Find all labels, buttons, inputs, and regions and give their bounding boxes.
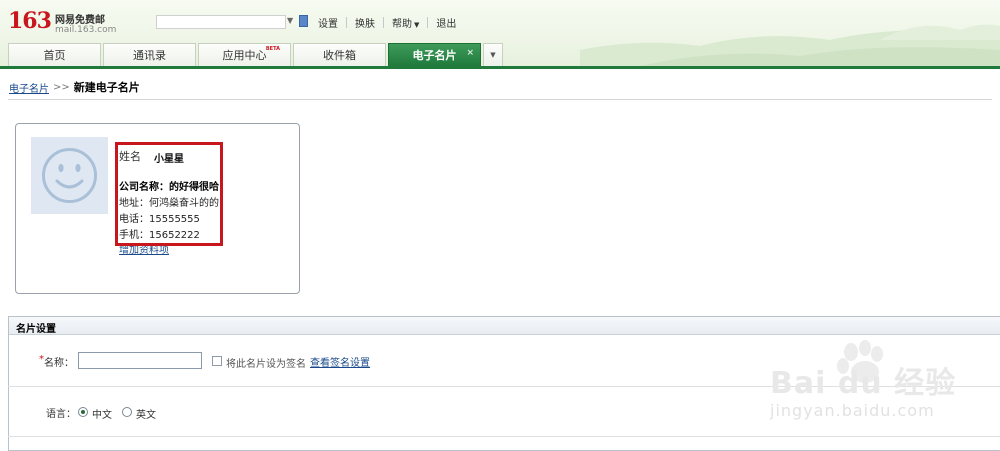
- tab-label: 通讯录: [133, 49, 166, 62]
- highlight-box: [115, 142, 223, 246]
- language-chinese-label[interactable]: 中文: [92, 406, 112, 421]
- card-name-input[interactable]: [78, 352, 202, 369]
- signature-checkbox-label[interactable]: 将此名片设为签名: [226, 355, 306, 370]
- help-label: 帮助: [392, 18, 412, 30]
- divider: [427, 16, 429, 28]
- signature-checkbox[interactable]: [212, 356, 222, 366]
- tab-ecard[interactable]: 电子名片 ×: [388, 43, 481, 66]
- tab-label: 首页: [43, 49, 66, 62]
- chevron-down-icon: ▼: [414, 20, 420, 29]
- breadcrumb-ecard-link[interactable]: 电子名片: [9, 80, 49, 95]
- divider: [8, 99, 992, 100]
- chevron-down-icon[interactable]: ▼: [287, 16, 293, 25]
- settings-title: 名片设置: [16, 324, 56, 335]
- language-label: 语言：: [46, 409, 76, 420]
- avatar[interactable]: [31, 137, 108, 214]
- watermark-url: jingyan.baidu.com: [770, 401, 935, 420]
- landscape-decoration: [580, 24, 1000, 66]
- skin-link[interactable]: 换肤: [355, 15, 375, 30]
- top-nav: 设置 换肤 帮助 ▼ 退出: [318, 14, 456, 30]
- language-english-label[interactable]: 英文: [136, 406, 156, 421]
- language-chinese-radio[interactable]: [78, 407, 88, 417]
- more-tabs-button[interactable]: ▼: [483, 43, 503, 66]
- beta-badge: BETA: [265, 46, 280, 52]
- name-field-label: 名称：: [44, 358, 74, 369]
- divider: [346, 16, 347, 28]
- close-icon[interactable]: ×: [466, 48, 474, 58]
- settings-link[interactable]: 设置: [318, 15, 338, 30]
- view-signature-link[interactable]: 查看签名设置: [310, 354, 370, 369]
- breadcrumb-separator: >>: [53, 81, 70, 93]
- address-book-icon[interactable]: [299, 15, 308, 27]
- page-title: 新建电子名片: [73, 81, 140, 94]
- tab-app-center[interactable]: 应用中心 BETA: [198, 43, 291, 66]
- logout-link[interactable]: 退出: [436, 15, 456, 30]
- tab-label: 收件箱: [323, 49, 356, 62]
- divider: [383, 16, 384, 28]
- account-field[interactable]: [156, 15, 286, 29]
- divider: [8, 436, 1000, 437]
- chevron-down-icon: ▼: [490, 51, 496, 59]
- tab-contacts[interactable]: 通讯录: [103, 43, 196, 66]
- tab-underline: [0, 66, 1000, 69]
- tab-label: 应用中心: [222, 49, 267, 62]
- help-link[interactable]: 帮助 ▼: [392, 15, 419, 30]
- tab-bar: 首页 通讯录 应用中心 BETA 收件箱 电子名片 × ▼: [8, 43, 503, 66]
- logo-name: 网易免费邮: [55, 15, 105, 26]
- tab-label: 电子名片: [412, 49, 457, 62]
- tab-inbox[interactable]: 收件箱: [293, 43, 386, 66]
- breadcrumb: 电子名片 >> 新建电子名片: [9, 80, 140, 95]
- tab-home[interactable]: 首页: [8, 43, 101, 66]
- smiley-icon: [42, 148, 97, 203]
- logo-domain: mail.163.com: [55, 25, 117, 35]
- language-english-radio[interactable]: [122, 407, 132, 417]
- settings-header: 名片设置: [9, 317, 1000, 335]
- logo-number: 163: [8, 8, 52, 34]
- watermark-text: Bai du 经验: [770, 366, 957, 401]
